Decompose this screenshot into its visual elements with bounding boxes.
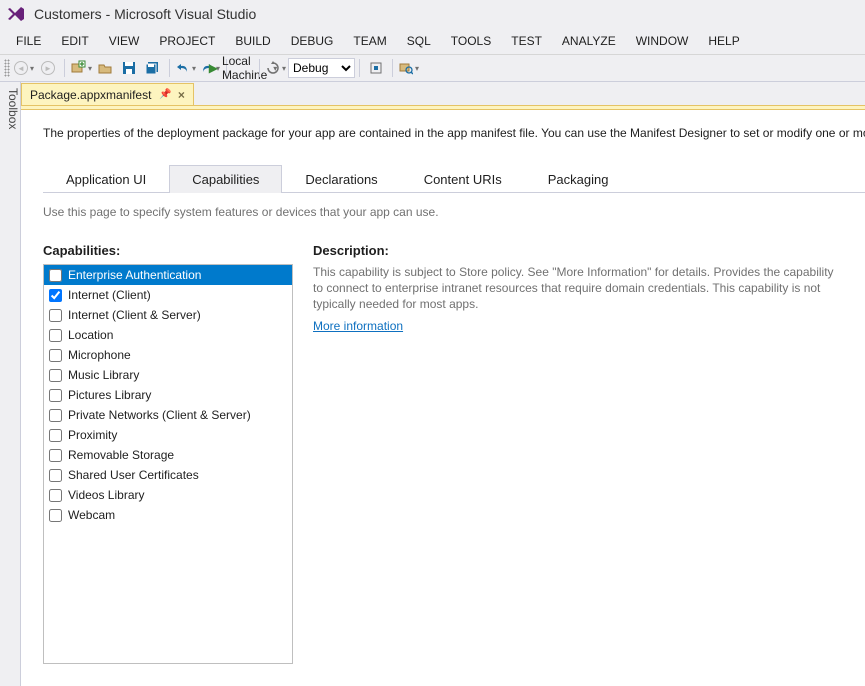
capability-checkbox[interactable] [49, 509, 62, 522]
document-tab[interactable]: Package.appxmanifest 📌 × [21, 83, 194, 105]
capability-checkbox[interactable] [49, 349, 62, 362]
menu-test[interactable]: TEST [501, 30, 552, 52]
toolbar-separator [64, 59, 65, 77]
capabilities-header: Capabilities: [43, 243, 293, 258]
save-button[interactable] [118, 57, 140, 79]
manifest-intro-text: The properties of the deployment package… [43, 126, 865, 140]
toolbar-grip-icon[interactable] [4, 59, 10, 77]
menu-window[interactable]: WINDOW [626, 30, 699, 52]
capability-checkbox[interactable] [49, 369, 62, 382]
capability-item[interactable]: Microphone [44, 345, 292, 365]
menu-view[interactable]: VIEW [99, 30, 150, 52]
toolbox-panel-tab[interactable]: Toolbox [0, 82, 21, 686]
capability-label: Shared User Certificates [68, 468, 199, 482]
capability-item[interactable]: Internet (Client) [44, 285, 292, 305]
step-button[interactable] [365, 57, 387, 79]
menubar: FILE EDIT VIEW PROJECT BUILD DEBUG TEAM … [0, 28, 865, 54]
manifest-hint-text: Use this page to specify system features… [43, 205, 865, 219]
nav-forward-button[interactable]: ► [37, 57, 59, 79]
capability-label: Private Networks (Client & Server) [68, 408, 251, 422]
manifest-tabs: Application UI Capabilities Declarations… [43, 164, 865, 193]
tab-packaging[interactable]: Packaging [525, 165, 632, 193]
capability-checkbox[interactable] [49, 329, 62, 342]
description-text: This capability is subject to Store poli… [313, 264, 845, 313]
capabilities-list[interactable]: Enterprise Authentication Internet (Clien… [43, 264, 293, 664]
menu-build[interactable]: BUILD [225, 30, 280, 52]
tab-content-uris[interactable]: Content URIs [401, 165, 525, 193]
capability-checkbox[interactable] [49, 449, 62, 462]
document-tab-well: Package.appxmanifest 📌 × [21, 82, 865, 106]
capability-checkbox[interactable] [49, 429, 62, 442]
capability-item[interactable]: Removable Storage [44, 445, 292, 465]
toolbar-separator [259, 59, 260, 77]
capability-label: Pictures Library [68, 388, 151, 402]
capability-label: Location [68, 328, 113, 342]
capability-label: Videos Library [68, 488, 145, 502]
new-project-button[interactable]: ▾ [70, 57, 92, 79]
capability-item[interactable]: Proximity [44, 425, 292, 445]
capability-item[interactable]: Enterprise Authentication [44, 265, 292, 285]
play-icon: ▶ [209, 61, 218, 75]
menu-team[interactable]: TEAM [343, 30, 396, 52]
capability-checkbox[interactable] [49, 409, 62, 422]
capability-item[interactable]: Location [44, 325, 292, 345]
pin-icon[interactable]: 📌 [159, 89, 171, 100]
nav-back-button[interactable]: ◄▾ [13, 57, 35, 79]
capability-checkbox[interactable] [49, 309, 62, 322]
close-icon[interactable]: × [178, 88, 185, 102]
document-tab-label: Package.appxmanifest [30, 88, 151, 102]
toolbar-separator [392, 59, 393, 77]
menu-debug[interactable]: DEBUG [281, 30, 344, 52]
tab-application-ui[interactable]: Application UI [43, 165, 169, 193]
menu-edit[interactable]: EDIT [51, 30, 98, 52]
capability-label: Internet (Client & Server) [68, 308, 201, 322]
menu-file[interactable]: FILE [6, 30, 51, 52]
toolbar-separator [359, 59, 360, 77]
capability-checkbox[interactable] [49, 489, 62, 502]
menu-help[interactable]: HELP [698, 30, 749, 52]
browser-refresh-button[interactable]: ▾ [265, 57, 287, 79]
toolbar: ◄▾ ► ▾ ▾ ▾ ▶ Local Machine ▾ ▾ Debug Rel… [0, 54, 865, 82]
menu-sql[interactable]: SQL [397, 30, 441, 52]
tab-declarations[interactable]: Declarations [282, 165, 400, 193]
capability-item[interactable]: Videos Library [44, 485, 292, 505]
capability-item[interactable]: Shared User Certificates [44, 465, 292, 485]
start-target-label: Local Machine [222, 54, 267, 82]
capability-item[interactable]: Webcam [44, 505, 292, 525]
vs-logo-icon [6, 4, 26, 24]
open-file-button[interactable] [94, 57, 116, 79]
menu-project[interactable]: PROJECT [149, 30, 225, 52]
capability-item[interactable]: Music Library [44, 365, 292, 385]
capability-label: Enterprise Authentication [68, 268, 201, 282]
more-information-link[interactable]: More information [313, 319, 403, 333]
menu-tools[interactable]: TOOLS [441, 30, 501, 52]
capability-item[interactable]: Internet (Client & Server) [44, 305, 292, 325]
titlebar: Customers - Microsoft Visual Studio [0, 0, 865, 28]
description-header: Description: [313, 243, 845, 258]
menu-analyze[interactable]: ANALYZE [552, 30, 626, 52]
capability-label: Microphone [68, 348, 131, 362]
solution-config-dropdown[interactable]: Debug Release [288, 58, 355, 78]
find-button[interactable]: ▾ [398, 57, 420, 79]
capability-checkbox[interactable] [49, 289, 62, 302]
undo-button[interactable]: ▾ [175, 57, 197, 79]
capability-label: Internet (Client) [68, 288, 151, 302]
manifest-designer: The properties of the deployment package… [21, 110, 865, 686]
save-all-button[interactable] [142, 57, 164, 79]
capability-item[interactable]: Pictures Library [44, 385, 292, 405]
toolbar-separator [169, 59, 170, 77]
capability-checkbox[interactable] [49, 469, 62, 482]
capability-label: Removable Storage [68, 448, 174, 462]
tab-capabilities[interactable]: Capabilities [169, 165, 282, 193]
window-title: Customers - Microsoft Visual Studio [34, 6, 256, 22]
capability-label: Proximity [68, 428, 117, 442]
capability-checkbox[interactable] [49, 389, 62, 402]
capability-checkbox[interactable] [49, 269, 62, 282]
start-debug-button[interactable]: ▶ Local Machine ▾ [232, 57, 254, 79]
capability-label: Music Library [68, 368, 139, 382]
capability-label: Webcam [68, 508, 115, 522]
capability-item[interactable]: Private Networks (Client & Server) [44, 405, 292, 425]
